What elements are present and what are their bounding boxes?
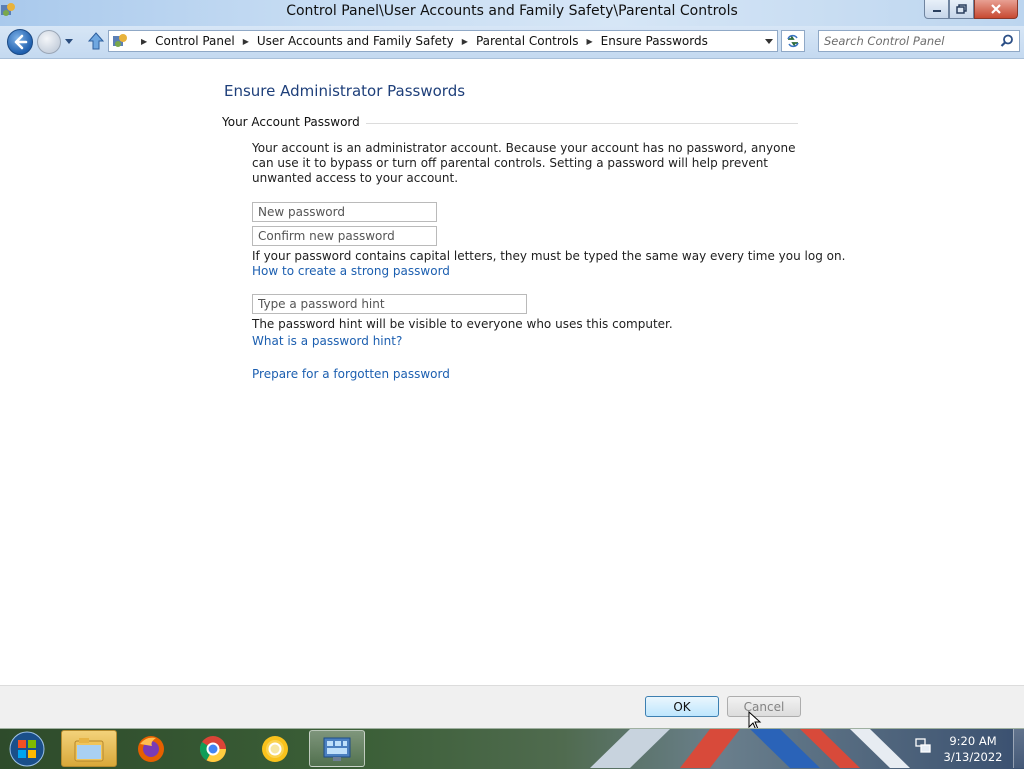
ok-button[interactable]: OK bbox=[645, 696, 719, 717]
refresh-icon bbox=[787, 34, 799, 48]
folder-icon bbox=[74, 737, 104, 761]
hint-visibility-note: The password hint will be visible to eve… bbox=[252, 317, 673, 331]
chrome-icon bbox=[199, 735, 227, 762]
minimize-button[interactable] bbox=[924, 0, 949, 19]
window-title: Control Panel\User Accounts and Family S… bbox=[286, 3, 738, 19]
taskbar-windows-explorer[interactable] bbox=[61, 730, 117, 767]
section-label: Your Account Password bbox=[222, 115, 360, 129]
breadcrumb-separator-icon[interactable]: ▶ bbox=[462, 37, 468, 46]
password-hint-field[interactable] bbox=[252, 294, 527, 314]
firefox-icon bbox=[138, 735, 164, 762]
up-one-level-icon[interactable] bbox=[87, 31, 105, 51]
page-title: Ensure Administrator Passwords bbox=[224, 82, 466, 100]
password-hint-link[interactable]: What is a password hint? bbox=[252, 334, 402, 348]
clock-time: 9:20 AM bbox=[949, 734, 997, 748]
control-panel-icon bbox=[323, 737, 351, 761]
window-controls bbox=[924, 0, 1018, 19]
back-arrow-icon bbox=[14, 34, 28, 50]
title-bar: Control Panel\User Accounts and Family S… bbox=[0, 0, 1024, 26]
cancel-button[interactable]: Cancel bbox=[727, 696, 801, 717]
taskbar-firefox[interactable] bbox=[123, 730, 179, 767]
network-icon[interactable] bbox=[914, 737, 932, 755]
minimize-icon bbox=[932, 10, 941, 12]
close-button[interactable] bbox=[974, 0, 1018, 19]
forgotten-password-link[interactable]: Prepare for a forgotten password bbox=[252, 367, 450, 381]
capital-letters-note: If your password contains capital letter… bbox=[252, 249, 846, 263]
breadcrumb-item-ensure-passwords[interactable]: Ensure Passwords bbox=[601, 34, 708, 48]
address-bar[interactable]: ▶ Control Panel ▶ User Accounts and Fami… bbox=[108, 30, 778, 52]
section-divider bbox=[365, 122, 798, 124]
restore-button[interactable] bbox=[949, 0, 974, 19]
restore-icon bbox=[955, 4, 967, 14]
forward-button[interactable] bbox=[37, 30, 61, 54]
back-button[interactable] bbox=[7, 29, 33, 55]
start-button[interactable] bbox=[4, 729, 46, 768]
breadcrumb-item-control-panel[interactable]: Control Panel bbox=[155, 34, 235, 48]
control-panel-icon bbox=[113, 34, 127, 47]
system-clock[interactable]: 9:20 AM 3/13/2022 bbox=[938, 733, 1008, 765]
breadcrumb-separator-icon[interactable]: ▶ bbox=[586, 37, 592, 46]
close-icon bbox=[991, 4, 1001, 14]
breadcrumb: ▶ Control Panel ▶ User Accounts and Fami… bbox=[133, 34, 708, 48]
dialog-footer bbox=[0, 685, 1024, 728]
taskbar-chrome-canary[interactable] bbox=[247, 730, 303, 767]
breadcrumb-item-user-accounts[interactable]: User Accounts and Family Safety bbox=[257, 34, 454, 48]
account-description: Your account is an administrator account… bbox=[252, 141, 796, 185]
search-icon[interactable] bbox=[1000, 34, 1014, 48]
strong-password-link[interactable]: How to create a strong password bbox=[252, 264, 450, 278]
desktop-wallpaper-glimpse bbox=[590, 729, 910, 768]
search-box[interactable] bbox=[818, 30, 1020, 52]
taskbar-chrome[interactable] bbox=[185, 730, 241, 767]
taskbar-control-panel[interactable] bbox=[309, 730, 365, 767]
refresh-button[interactable] bbox=[781, 30, 805, 52]
section-header: Your Account Password bbox=[222, 115, 798, 129]
address-dropdown-icon[interactable] bbox=[764, 38, 774, 46]
confirm-password-field[interactable] bbox=[252, 226, 437, 246]
show-desktop-button[interactable] bbox=[1013, 729, 1024, 768]
clock-date: 3/13/2022 bbox=[943, 750, 1003, 764]
search-input[interactable] bbox=[824, 32, 994, 50]
breadcrumb-separator-icon[interactable]: ▶ bbox=[141, 37, 147, 46]
breadcrumb-item-parental-controls[interactable]: Parental Controls bbox=[476, 34, 579, 48]
new-password-field[interactable] bbox=[252, 202, 437, 222]
recent-pages-dropdown-icon[interactable] bbox=[63, 36, 75, 48]
breadcrumb-separator-icon[interactable]: ▶ bbox=[243, 37, 249, 46]
chrome-canary-icon bbox=[262, 735, 288, 762]
